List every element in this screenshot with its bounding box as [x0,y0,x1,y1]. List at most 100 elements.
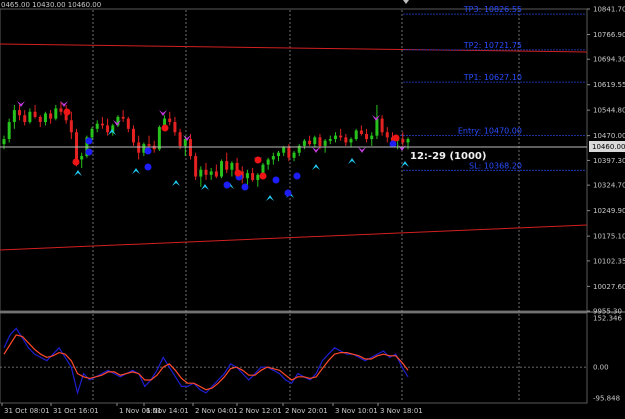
candle-body [401,139,405,143]
arrow-up-icon [312,164,320,170]
candle-body [2,139,6,145]
candle-body [287,147,291,158]
buy-signal-dot [284,189,292,197]
candle-body [277,152,281,157]
candle-body [33,111,37,117]
candle-body [23,115,27,123]
candle-body [385,132,389,138]
indicator-tick-label: 152.346 [593,315,622,323]
candle-body [126,118,130,129]
sell-signal-dot [63,108,71,116]
candle-body [199,169,203,177]
candle-body [230,162,234,170]
sell-signal-dot [259,172,267,180]
arrow-up-icon [74,170,82,176]
candle-body [18,110,22,116]
time-tick-label: 31 Oct 08:01 [4,407,50,415]
candle-body [188,139,192,157]
oscillator-signal-line [3,334,409,391]
candle-body [318,137,322,146]
buy-signal-dot [293,172,301,180]
arrow-up-icon [132,168,140,174]
candle-body [375,118,379,136]
candle-body [308,140,312,145]
buy-signal-dot [144,163,152,171]
candle-body [75,132,79,160]
trade-levels: TP3: 10826.55 TP2: 10721.75 TP1: 10627.10 E… [400,5,585,171]
buy-signal-dot [223,181,231,189]
arrow-up-icon [348,158,356,164]
candle-body [266,159,270,165]
candle-body [271,156,275,160]
price-tick-label: 10027.60 [593,283,625,291]
candle-body [245,173,249,179]
candle-series [2,101,410,187]
candle-body [349,139,353,143]
candle-body [12,110,16,123]
candle-body [302,140,306,146]
buy-signal-dot [144,147,152,155]
buy-signal-dot [272,176,280,184]
candle-body [59,108,63,112]
candle-body [313,137,317,145]
candle-body [178,132,182,146]
buy-signal-dot [85,148,93,156]
current-price-label: 10460.00 [592,143,625,151]
price-tick-label: 10324.70 [593,182,625,190]
level-label-tp2: TP2: 10721.75 [463,41,522,50]
candle-body [131,128,135,143]
price-tick-label: 10619.55 [593,81,625,89]
channel-lower-line [0,224,588,251]
chart-shift-icon[interactable] [403,0,409,4]
price-tick-label: 10841.70 [593,6,625,14]
candle-body [49,113,53,119]
candle-body [95,123,99,129]
candle-body [251,173,255,180]
candle-body [292,152,296,158]
candle-body [121,116,125,119]
indicator-tick-label: 0.00 [593,364,609,372]
candle-body [256,174,260,180]
arrow-up-icon [201,184,209,190]
candle-body [406,139,410,143]
candle-body [380,118,384,133]
buy-signal-dot [389,140,397,148]
oscillator-main-line [3,327,409,396]
price-tick-label: 10175.10 [593,233,625,241]
candle-body [333,135,337,140]
level-label-entry: Entry: 10470.00 [458,127,522,136]
price-tick-label: 10102.35 [593,257,625,265]
arrow-up-icon [172,180,180,186]
candle-body [69,120,73,133]
sell-signal-dot [392,134,400,142]
arrow-down-icon [17,101,25,107]
time-tick-label: 1 Nov 14:01 [146,407,189,415]
candle-body [7,122,11,140]
indicator-tick-label: -95.848 [593,395,620,403]
time-tick-label: 2 Nov 20:01 [285,407,328,415]
candle-body [328,139,332,141]
main-window-frame [0,8,588,312]
arrow-up-icon [266,195,274,201]
candle-body [370,135,374,140]
candle-body [282,147,286,153]
candle-body [100,123,104,126]
candle-body [225,161,229,170]
trading-chart[interactable]: TP3: 10826.55 TP2: 10721.75 TP1: 10627.10 E… [0,0,625,419]
oscillator-pane [0,327,587,396]
candle-body [209,171,213,175]
ohlc-header: 0465.00 10430.00 10460.00 [1,1,101,9]
trade-result-label: 12:-29 (1000) [410,151,486,162]
price-tick-label: 10694.30 [593,56,625,64]
candle-body [90,128,94,138]
time-axis: 31 Oct 08:01 31 Oct 16:01 1 Nov 06:011 Nov… [1,403,423,415]
candle-body [214,171,218,177]
price-tick-label: 10766.90 [593,31,625,39]
level-label-sl: SL: 10368.20 [469,161,522,170]
sell-signal-dot [161,124,169,132]
time-tick-label: 2 Nov 04:01 [195,407,238,415]
candle-body [183,139,187,146]
price-tick-label: 10470.00 [593,132,625,140]
candle-body [157,127,161,150]
arrow-up-icon [108,129,116,135]
